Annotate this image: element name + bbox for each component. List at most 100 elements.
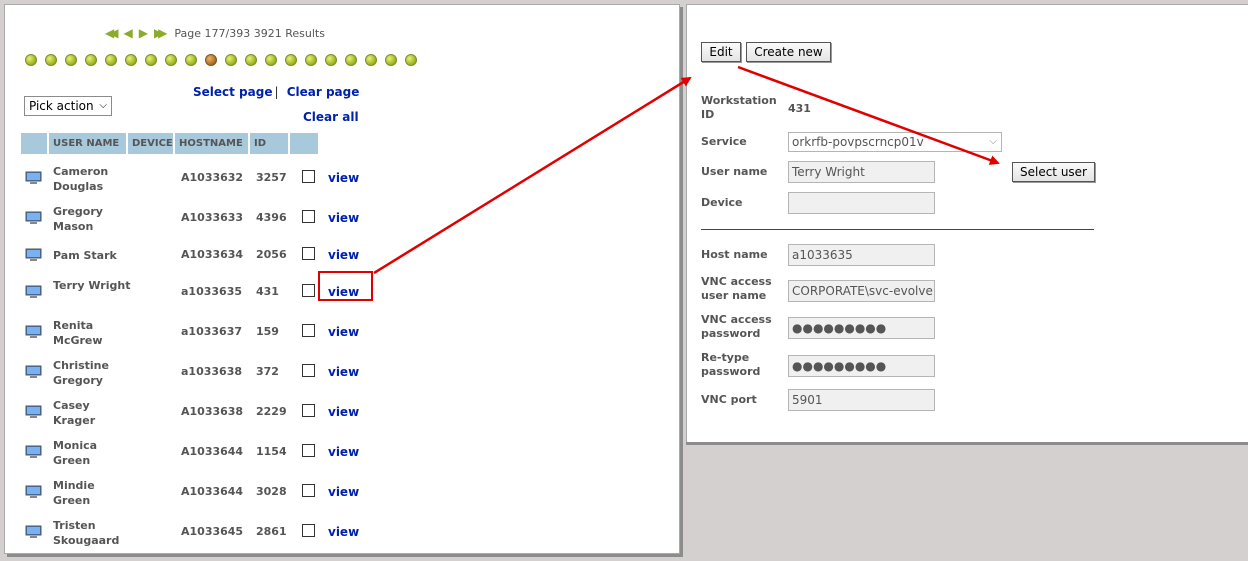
row-username: Christine Gregory — [53, 359, 109, 387]
col-hostname-header[interactable]: HOSTNAME — [175, 133, 248, 154]
col-username-header[interactable]: USER NAME — [49, 133, 126, 154]
page-dot[interactable] — [345, 54, 357, 66]
username-label: User name — [701, 165, 768, 178]
row-hostname: A1033633 — [181, 211, 244, 224]
row-view-link[interactable]: view — [328, 211, 359, 225]
col-device-header[interactable]: DEVICE — [128, 133, 173, 154]
page-dot[interactable] — [125, 54, 137, 66]
vnc-port-field[interactable]: 5901 — [788, 389, 935, 411]
row-id: 1154 — [256, 445, 287, 458]
select-page-link[interactable]: Select page — [193, 85, 272, 99]
row-checkbox[interactable] — [302, 284, 315, 297]
row-view-link[interactable]: view — [328, 248, 359, 262]
page-dot[interactable] — [285, 54, 297, 66]
page-dot[interactable] — [45, 54, 57, 66]
vnc-password-label: VNC access password — [701, 313, 772, 340]
vnc-password-field[interactable]: ●●●●●●●●● — [788, 317, 935, 339]
row-checkbox[interactable] — [302, 484, 315, 497]
retype-password-field[interactable]: ●●●●●●●●● — [788, 355, 935, 377]
row-username: Gregory Mason — [53, 205, 103, 233]
row-checkbox[interactable] — [302, 247, 315, 260]
table-row: Pam Stark A1033634 2056 view — [21, 239, 371, 273]
page-dot[interactable] — [365, 54, 377, 66]
computer-icon — [25, 325, 42, 338]
device-label: Device — [701, 196, 743, 209]
row-view-link[interactable]: view — [328, 365, 359, 379]
page-dot[interactable] — [385, 54, 397, 66]
row-hostname: A1033645 — [181, 525, 244, 538]
computer-icon — [25, 248, 42, 261]
row-checkbox[interactable] — [302, 444, 315, 457]
username-field[interactable]: Terry Wright — [788, 161, 935, 183]
page-dot[interactable] — [105, 54, 117, 66]
computer-icon — [25, 485, 42, 498]
page-dot[interactable] — [205, 54, 217, 66]
page-dot[interactable] — [145, 54, 157, 66]
clear-all-link[interactable]: Clear all — [303, 110, 359, 124]
first-page-icon[interactable]: ◀◀ — [105, 26, 119, 40]
row-checkbox[interactable] — [302, 210, 315, 223]
last-page-icon[interactable]: ▶▶ — [154, 26, 168, 40]
table-header: USER NAME DEVICE HOSTNAME ID — [21, 133, 320, 154]
row-username: Terry Wright — [53, 279, 131, 292]
pick-action-label: Pick action — [29, 99, 94, 113]
row-view-link[interactable]: view — [328, 525, 359, 539]
select-user-button[interactable]: Select user — [1012, 162, 1095, 182]
computer-icon — [25, 445, 42, 458]
row-checkbox[interactable] — [302, 524, 315, 537]
row-checkbox[interactable] — [302, 404, 315, 417]
vnc-user-field[interactable]: CORPORATE\svc-evolveip — [788, 280, 935, 302]
workstation-rows: Cameron Douglas A1033632 3257 view Grego… — [21, 159, 371, 553]
table-row: Tristen Skougaard A1033645 2861 view — [21, 513, 371, 553]
edit-button[interactable]: Edit — [701, 42, 741, 62]
row-id: 3257 — [256, 171, 287, 184]
computer-icon — [25, 211, 42, 224]
row-username: Renita McGrew — [53, 319, 103, 347]
col-id-header[interactable]: ID — [250, 133, 288, 154]
service-select[interactable]: orkrfb-povpscrncp01v ⌵ — [788, 132, 1002, 152]
selection-links: Select page | Clear page — [193, 85, 359, 99]
hostname-field[interactable]: a1033635 — [788, 244, 935, 266]
row-view-link[interactable]: view — [328, 485, 359, 499]
page-dot[interactable] — [185, 54, 197, 66]
workstation-detail-panel: Edit Create new Workstation ID 431 Servi… — [686, 4, 1248, 442]
row-id: 4396 — [256, 211, 287, 224]
page-dot[interactable] — [225, 54, 237, 66]
row-checkbox[interactable] — [302, 324, 315, 337]
create-new-button[interactable]: Create new — [746, 42, 831, 62]
page-dot[interactable] — [165, 54, 177, 66]
device-field[interactable] — [788, 192, 935, 214]
col-select-header — [290, 133, 318, 154]
row-view-link[interactable]: view — [328, 445, 359, 459]
page-dot[interactable] — [265, 54, 277, 66]
row-username: Tristen Skougaard — [53, 519, 120, 547]
next-page-icon[interactable]: ▶ — [139, 26, 148, 40]
page-dots — [25, 54, 425, 66]
workstation-id-label: Workstation ID — [701, 94, 777, 121]
page-dot[interactable] — [405, 54, 417, 66]
page-dot[interactable] — [325, 54, 337, 66]
row-checkbox[interactable] — [302, 170, 315, 183]
row-username: Monica Green — [53, 439, 98, 467]
prev-page-icon[interactable]: ◀ — [123, 26, 132, 40]
retype-password-label: Re-type password — [701, 351, 761, 378]
page-dot[interactable] — [85, 54, 97, 66]
row-hostname: A1033634 — [181, 248, 244, 261]
page-dot[interactable] — [25, 54, 37, 66]
row-view-link[interactable]: view — [328, 171, 359, 185]
row-checkbox[interactable] — [302, 364, 315, 377]
row-id: 2861 — [256, 525, 287, 538]
vnc-port-label: VNC port — [701, 393, 757, 406]
clear-page-link[interactable]: Clear page — [287, 85, 360, 99]
row-view-link[interactable]: view — [328, 405, 359, 419]
page-dot[interactable] — [65, 54, 77, 66]
table-row: Christine Gregory a1033638 372 view — [21, 353, 371, 393]
row-hostname: A1033644 — [181, 445, 244, 458]
computer-icon — [25, 405, 42, 418]
row-view-link[interactable]: view — [328, 325, 359, 339]
row-id: 2056 — [256, 248, 287, 261]
pick-action-select[interactable]: Pick action ⌵ — [24, 96, 112, 116]
page-dot[interactable] — [245, 54, 257, 66]
link-separator: | — [274, 85, 279, 99]
page-dot[interactable] — [305, 54, 317, 66]
